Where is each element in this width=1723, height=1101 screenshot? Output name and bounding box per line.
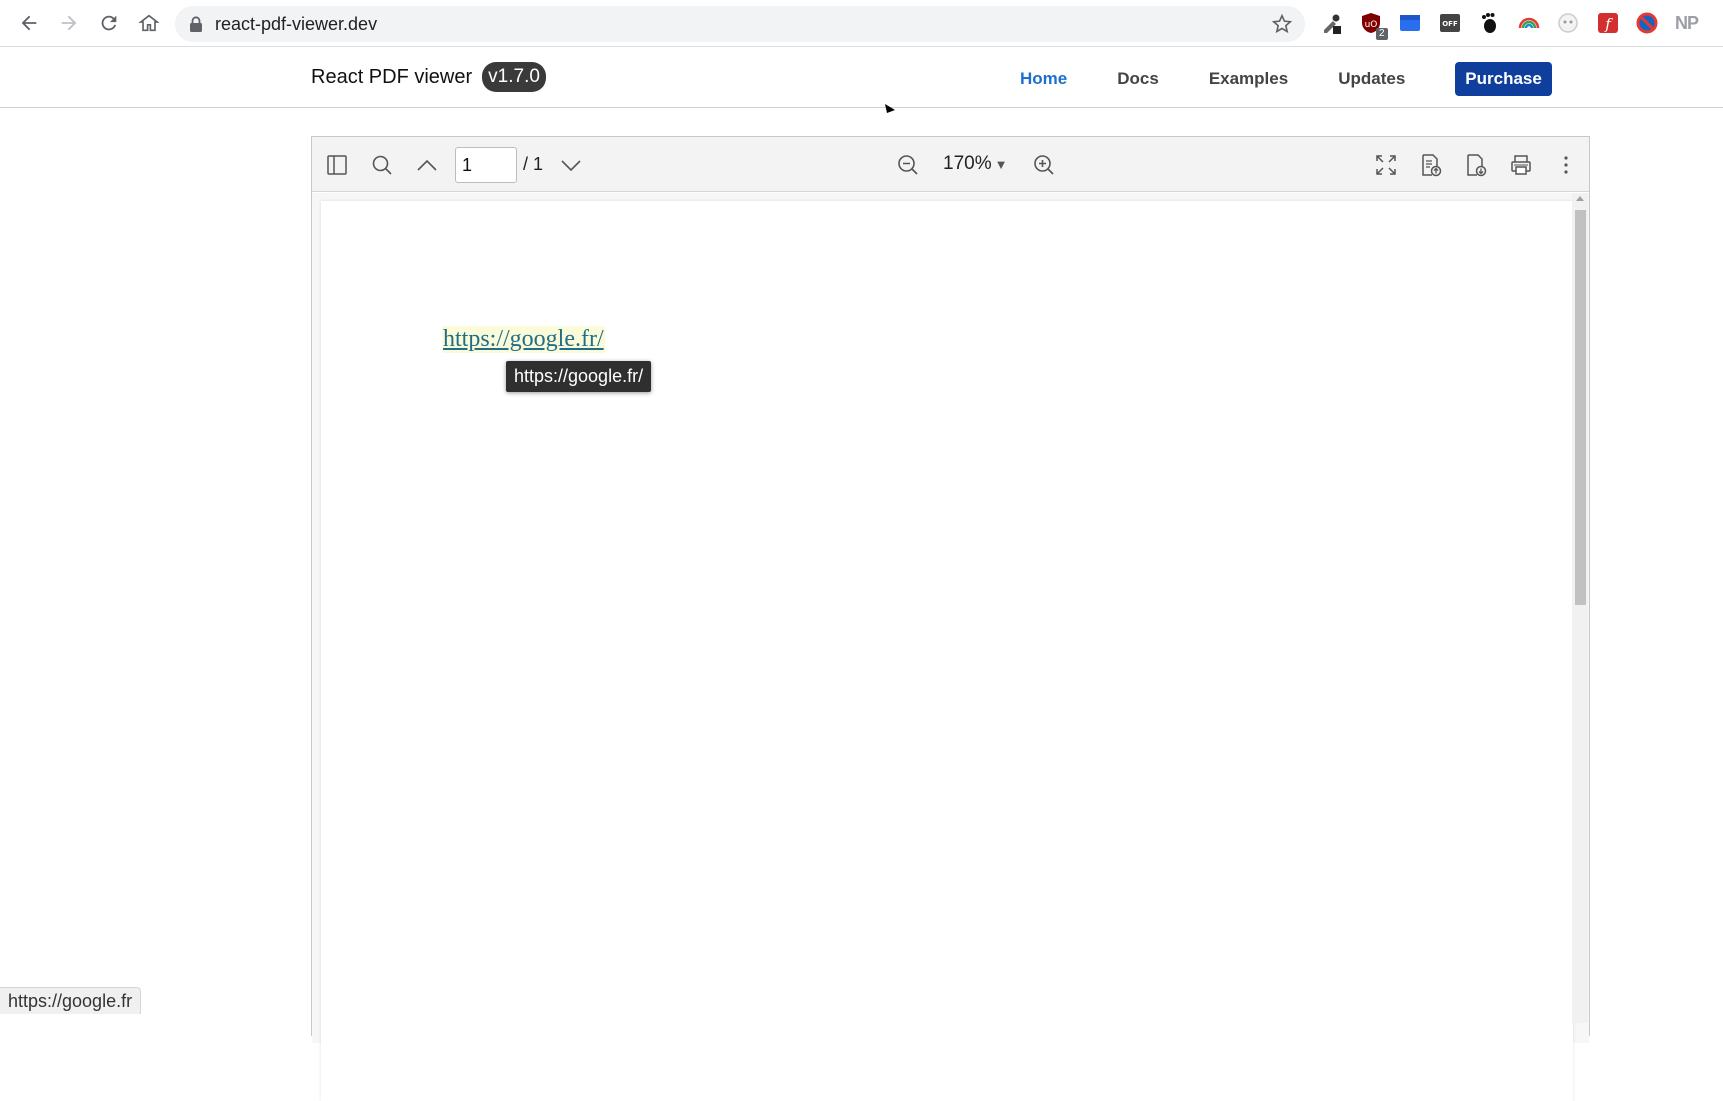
blue-square-icon[interactable] — [1397, 10, 1423, 36]
off-toggle-icon[interactable]: OFF — [1437, 10, 1463, 36]
more-vertical-icon — [1564, 156, 1568, 174]
eyedropper-icon[interactable] — [1318, 10, 1344, 36]
sidebar-icon — [327, 155, 347, 175]
version-badge: v1.7.0 — [482, 62, 546, 92]
fullscreen-button[interactable] — [1370, 149, 1402, 181]
f-logo-icon[interactable]: f — [1595, 10, 1621, 36]
viewer-toolbar: / 1 170%▼ — [312, 137, 1589, 192]
rainbow-icon[interactable] — [1516, 10, 1542, 36]
pdf-link[interactable]: https://google.fr/ — [442, 326, 605, 353]
fullscreen-icon — [1376, 155, 1396, 175]
blocked-icon[interactable] — [1634, 10, 1660, 36]
download-icon — [1467, 154, 1487, 177]
viewer-scrollbar[interactable] — [1572, 193, 1588, 1023]
previous-page-button[interactable] — [411, 149, 443, 181]
download-button[interactable] — [1460, 149, 1492, 181]
reload-icon — [101, 15, 117, 31]
pages-container[interactable]: https://google.fr/ — [312, 193, 1589, 1101]
pdf-viewer: / 1 170%▼ https://google.fr/ — [311, 136, 1590, 1101]
zoom-dropdown[interactable]: 170% ▼ — [943, 153, 1007, 175]
page-number-input[interactable] — [455, 147, 517, 183]
arrow-right-icon — [61, 15, 77, 31]
more-actions-button[interactable] — [1550, 149, 1582, 181]
zoom-in-icon — [1034, 155, 1054, 175]
zoom-out-button[interactable] — [892, 149, 924, 181]
chevron-up-icon — [417, 159, 437, 171]
panda-icon[interactable] — [1555, 10, 1581, 36]
site-header: React PDF viewer v1.7.0 Home Docs Exampl… — [0, 48, 1723, 108]
status-bar-url: https://google.fr — [0, 987, 142, 1014]
svg-text:uO: uO — [1364, 20, 1377, 30]
scroll-up-arrow-icon[interactable] — [1576, 196, 1584, 201]
site-title: React PDF viewer — [311, 65, 473, 88]
lock-icon — [190, 16, 202, 32]
zoom-out-icon — [898, 155, 918, 175]
ublock-badge: 2 — [1375, 28, 1388, 40]
site-nav: Home Docs Examples Updates Purchase — [1020, 62, 1552, 96]
np-icon[interactable]: NP — [1674, 10, 1700, 36]
gnome-foot-icon[interactable] — [1476, 10, 1502, 36]
arrow-left-icon — [21, 15, 37, 31]
home-icon — [138, 14, 160, 32]
forward-button[interactable] — [54, 8, 84, 38]
toggle-sidebar-button[interactable] — [321, 149, 353, 181]
print-button[interactable] — [1505, 149, 1537, 181]
home-button[interactable] — [134, 8, 164, 38]
address-url: react-pdf-viewer.dev — [215, 13, 378, 34]
np-label: NP — [1674, 12, 1699, 33]
link-tooltip: https://google.fr/ — [506, 361, 652, 392]
extensions-bar: uO 2 OFF f NP — [1318, 8, 1713, 40]
brand[interactable]: React PDF viewer v1.7.0 — [311, 62, 546, 92]
next-page-button[interactable] — [555, 149, 587, 181]
purchase-button[interactable]: Purchase — [1455, 62, 1552, 96]
address-bar[interactable]: react-pdf-viewer.dev — [175, 6, 1305, 42]
cursor-tip-icon — [885, 104, 895, 113]
nav-examples[interactable]: Examples — [1209, 69, 1288, 89]
nav-home[interactable]: Home — [1020, 69, 1067, 89]
reload-button[interactable] — [94, 8, 124, 38]
bookmark-star-icon[interactable] — [1271, 13, 1293, 35]
caret-down-icon: ▼ — [994, 157, 1008, 172]
page-total: / 1 — [523, 154, 544, 174]
nav-docs[interactable]: Docs — [1117, 69, 1159, 89]
nav-updates[interactable]: Updates — [1338, 69, 1405, 89]
search-button[interactable] — [366, 149, 398, 181]
open-file-button[interactable] — [1415, 149, 1447, 181]
zoom-level: 170% — [943, 153, 992, 174]
back-button[interactable] — [14, 8, 44, 38]
ublock-icon[interactable]: uO 2 — [1358, 10, 1388, 40]
browser-toolbar: react-pdf-viewer.dev uO 2 OFF f NP — [0, 0, 1723, 47]
pdf-page: https://google.fr/ — [321, 201, 1573, 1101]
scroll-thumb[interactable] — [1575, 210, 1586, 605]
chevron-down-icon — [561, 160, 581, 172]
open-file-icon — [1422, 154, 1442, 177]
print-icon — [1511, 155, 1531, 175]
search-icon — [372, 155, 392, 175]
svg-text:OFF: OFF — [1442, 20, 1458, 28]
zoom-in-button[interactable] — [1028, 149, 1060, 181]
